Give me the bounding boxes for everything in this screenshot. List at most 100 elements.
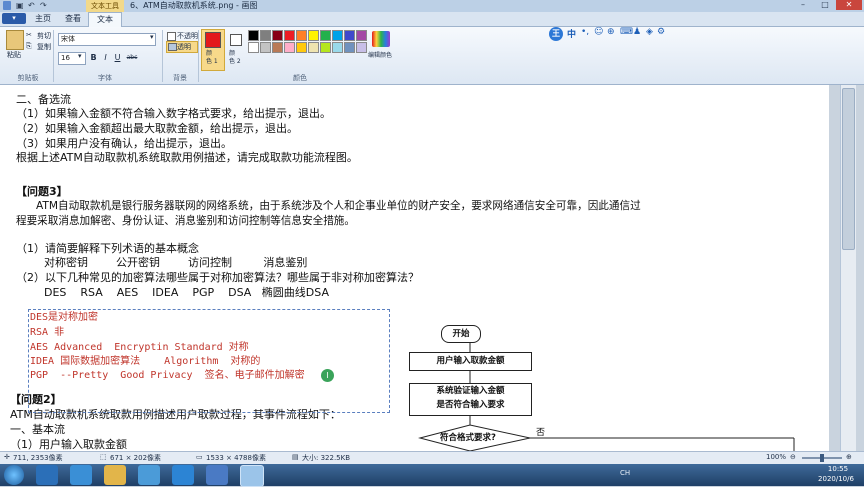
- zoom-in-icon[interactable]: ⊕: [846, 453, 852, 461]
- color2-swatch[interactable]: [230, 34, 242, 46]
- bold-button[interactable]: B: [88, 52, 99, 63]
- flow-no-label: 否: [536, 428, 546, 438]
- clock-time[interactable]: 10:55: [818, 465, 858, 473]
- zoom-out-icon[interactable]: ⊖: [790, 453, 796, 461]
- palette-swatch[interactable]: [308, 30, 319, 41]
- zoom-level: 100%: [766, 453, 787, 461]
- palette-swatch[interactable]: [332, 30, 343, 41]
- palette-swatch[interactable]: [356, 42, 367, 53]
- italic-button[interactable]: I: [100, 52, 111, 63]
- doc-line: 程要采取消息加解密、身份认证、消息鉴别和访问控制等信息安全措施。: [16, 215, 355, 227]
- palette-swatch[interactable]: [296, 30, 307, 41]
- taskbar-ie-icon[interactable]: [172, 465, 194, 485]
- palette-swatch[interactable]: [284, 42, 295, 53]
- cut-icon[interactable]: ✂: [26, 31, 32, 39]
- taskbar-app-icon[interactable]: [36, 465, 58, 485]
- chevron-down-icon[interactable]: ▾: [78, 52, 82, 60]
- palette-swatch[interactable]: [308, 42, 319, 53]
- taskbar-network-icon[interactable]: [138, 465, 160, 485]
- start-button-icon[interactable]: [4, 465, 24, 485]
- doc-line: 一、基本流: [10, 423, 65, 436]
- annotation-line: RSA 非: [30, 327, 65, 338]
- taskbar-paint-icon[interactable]: [240, 465, 264, 487]
- cursor-position-icon: ✛: [4, 453, 10, 461]
- paste-button[interactable]: 粘贴: [7, 50, 21, 60]
- palette-swatch[interactable]: [332, 42, 343, 53]
- opaque-icon[interactable]: [167, 32, 176, 41]
- clock-date[interactable]: 2020/10/6: [812, 475, 860, 483]
- chevron-down-icon[interactable]: ▾: [150, 33, 154, 41]
- context-tab-text-tools: 文本工具: [86, 0, 124, 12]
- divider: [53, 30, 54, 82]
- cursor-position: 711, 2353像素: [13, 454, 63, 462]
- doc-line: DES RSA AES IDEA PGP DSA 椭圆曲线DSA: [44, 286, 329, 299]
- doc-line: ATM自动取款机是银行服务器联网的网络系统，由于系统涉及个人和企事业单位的财产安…: [36, 200, 641, 212]
- font-family-select[interactable]: 宋体: [58, 33, 156, 46]
- ime-settings-icon[interactable]: ⚙: [657, 27, 665, 37]
- tab-text[interactable]: 文本: [88, 12, 122, 27]
- opaque-button[interactable]: 不透明: [177, 31, 198, 41]
- ribbon-tabs: [0, 12, 864, 27]
- paint-app-icon[interactable]: [3, 1, 11, 10]
- app-menu-button[interactable]: ▾: [2, 13, 26, 24]
- underline-button[interactable]: U: [112, 52, 123, 63]
- ime-user-icon[interactable]: ♟: [633, 27, 641, 37]
- cut-button[interactable]: 剪切: [37, 31, 51, 41]
- taskbar-browser-icon[interactable]: [70, 465, 92, 485]
- palette-swatch[interactable]: [248, 30, 259, 41]
- edit-colors-icon[interactable]: [372, 31, 390, 47]
- window-title: 6、ATM自动取款机系统.png - 画图: [130, 1, 258, 10]
- strikethrough-button[interactable]: abc: [124, 52, 140, 63]
- status-bar: ✛ 711, 2353像素 ⬚ 671 × 202像素 ▭ 1533 × 478…: [0, 451, 864, 465]
- palette-swatch[interactable]: [356, 30, 367, 41]
- transparent-icon: [168, 43, 177, 51]
- color2-label: 颜 色 2: [229, 50, 241, 65]
- ime-chinese-icon[interactable]: 中: [567, 27, 576, 40]
- palette-swatch[interactable]: [248, 42, 259, 53]
- ime-skin-icon[interactable]: ◈: [646, 27, 653, 37]
- ime-punctuation-icon[interactable]: •,: [581, 27, 589, 37]
- doc-line: 二、备选流: [16, 93, 71, 106]
- taskbar: [0, 464, 864, 486]
- palette-swatch[interactable]: [272, 42, 283, 53]
- palette-swatch[interactable]: [320, 30, 331, 41]
- scrollbar-thumb[interactable]: [842, 88, 855, 250]
- ime-keyboard-icon[interactable]: ⌨: [620, 27, 633, 37]
- palette-swatch[interactable]: [344, 42, 355, 53]
- selection-size-icon: ⬚: [100, 453, 107, 461]
- palette-swatch[interactable]: [260, 42, 271, 53]
- ime-symbol-icon[interactable]: ⊕: [607, 27, 615, 37]
- taskbar-app2-icon[interactable]: [206, 465, 228, 485]
- language-indicator[interactable]: CH: [620, 469, 630, 477]
- edit-colors-button[interactable]: 编辑颜色: [368, 50, 392, 59]
- ime-emoji-icon[interactable]: ☺: [594, 27, 603, 37]
- taskbar-folder-icon[interactable]: [104, 465, 126, 485]
- palette-swatch[interactable]: [284, 30, 295, 41]
- copy-icon[interactable]: ⎘: [26, 42, 32, 51]
- transparent-button[interactable]: 透明: [177, 42, 191, 52]
- close-button[interactable]: ✕: [836, 0, 862, 10]
- zoom-slider-thumb[interactable]: [820, 454, 824, 462]
- palette-swatch[interactable]: [260, 30, 271, 41]
- palette-swatch[interactable]: [344, 30, 355, 41]
- copy-button[interactable]: 复制: [37, 42, 51, 52]
- palette-swatch[interactable]: [320, 42, 331, 53]
- undo-icon[interactable]: ↶: [28, 1, 35, 10]
- doc-heading: 【问题3】: [16, 185, 68, 198]
- minimize-button[interactable]: –: [792, 0, 814, 10]
- palette-swatch[interactable]: [296, 42, 307, 53]
- colors-group-label: 颜色: [293, 74, 307, 82]
- color1-swatch: [205, 32, 221, 48]
- palette-swatch[interactable]: [272, 30, 283, 41]
- image-canvas[interactable]: 二、备选流 （1）如果输入金额不符合输入数字格式要求，给出提示，退出。 （2）如…: [0, 85, 829, 451]
- maximize-button[interactable]: □: [814, 0, 836, 10]
- flow-step-label: 是否符合输入要求: [436, 400, 505, 410]
- save-icon[interactable]: ▣: [16, 1, 24, 10]
- tab-view[interactable]: 查看: [58, 12, 88, 26]
- color-palette[interactable]: [248, 30, 368, 70]
- ime-logo-icon[interactable]: 王: [549, 27, 563, 41]
- redo-icon[interactable]: ↷: [40, 1, 47, 10]
- tab-home[interactable]: 主页: [28, 12, 58, 26]
- file-size: 大小: 322.5KB: [302, 454, 351, 462]
- paste-icon[interactable]: [6, 30, 24, 50]
